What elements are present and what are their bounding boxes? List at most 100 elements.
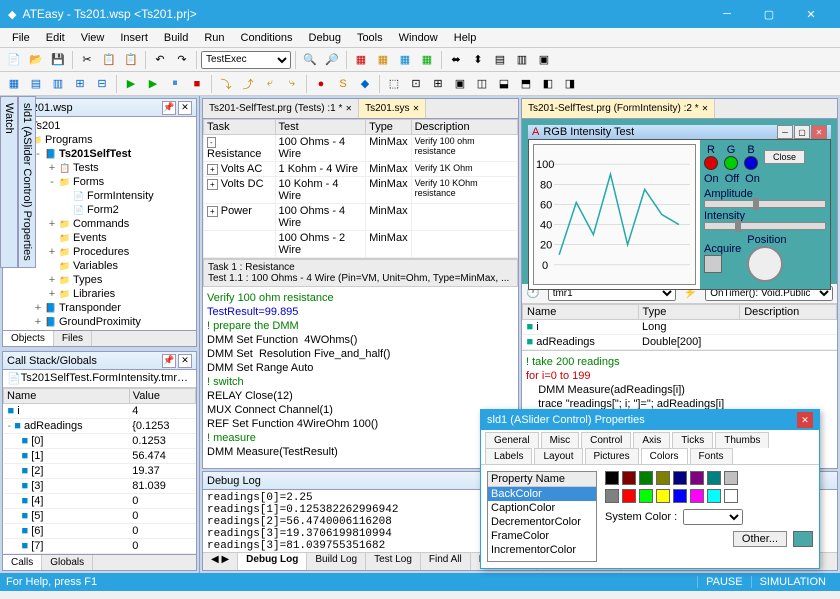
- system-color-combo[interactable]: [683, 509, 743, 525]
- led-r[interactable]: [704, 156, 718, 170]
- view2-icon[interactable]: ▤: [26, 74, 46, 94]
- variables-grid[interactable]: NameTypeDescription■ iLong■ adReadingsDo…: [522, 304, 837, 351]
- callstack-row[interactable]: ■ [0]0.1253: [4, 434, 196, 449]
- tool-f-icon[interactable]: ⬍: [468, 50, 488, 70]
- callstack-row[interactable]: ■ [4]0: [4, 494, 196, 509]
- dbg4-icon[interactable]: ▣: [450, 74, 470, 94]
- wsp-tab-label[interactable]: Ts201.wsp: [21, 102, 160, 114]
- prop-item[interactable]: DecrementorColor: [488, 515, 596, 529]
- color-swatch[interactable]: [724, 471, 738, 485]
- tab-objects[interactable]: Objects: [3, 331, 54, 346]
- props-pin[interactable]: sld1 (ASlider Control) Properties: [18, 96, 36, 268]
- open-icon[interactable]: 📂: [26, 50, 46, 70]
- color-swatch[interactable]: [707, 489, 721, 503]
- callstack-row[interactable]: ■ [6]0: [4, 524, 196, 539]
- menu-file[interactable]: File: [4, 30, 38, 46]
- pin-icon[interactable]: 📌: [162, 101, 176, 115]
- props-tab-general[interactable]: General: [485, 432, 539, 448]
- close-button[interactable]: ✕: [790, 0, 832, 28]
- doc-tab[interactable]: Ts201.sys✕: [359, 99, 426, 118]
- step1-icon[interactable]: ⤵: [216, 74, 236, 94]
- tool-c-icon[interactable]: ▦: [395, 50, 415, 70]
- doc-tab[interactable]: Ts201-SelfTest.prg (Tests) :1 *✕: [203, 99, 359, 118]
- callstack-row[interactable]: - ■ adReadings{0.1253: [4, 419, 196, 434]
- tool-e-icon[interactable]: ⬌: [446, 50, 466, 70]
- color-swatch[interactable]: [639, 489, 653, 503]
- run-icon[interactable]: ▶: [121, 74, 141, 94]
- form-max-icon[interactable]: ▢: [794, 125, 810, 139]
- doc-tab[interactable]: Ts201-SelfTest.prg (FormIntensity) :2 *✕: [522, 99, 715, 118]
- panel-close-icon[interactable]: ✕: [178, 101, 192, 115]
- menu-tools[interactable]: Tools: [349, 30, 391, 46]
- cs-close-icon[interactable]: ✕: [178, 354, 192, 368]
- copy-icon[interactable]: 📋: [99, 50, 119, 70]
- props-tab-labels[interactable]: Labels: [485, 448, 532, 464]
- props-titlebar[interactable]: sld1 (ASlider Control) Properties ✕: [481, 410, 819, 430]
- view5-icon[interactable]: ⊟: [92, 74, 112, 94]
- color-swatch[interactable]: [605, 471, 619, 485]
- menu-build[interactable]: Build: [156, 30, 196, 46]
- color-swatch[interactable]: [673, 471, 687, 485]
- props-tab-layout[interactable]: Layout: [534, 448, 582, 464]
- tool-g-icon[interactable]: ▤: [490, 50, 510, 70]
- color-swatch[interactable]: [690, 471, 704, 485]
- cs-pin-icon[interactable]: 📌: [162, 354, 176, 368]
- props-tab-pictures[interactable]: Pictures: [585, 448, 639, 464]
- testexec-combo[interactable]: TestExec: [201, 51, 291, 69]
- props-tab-ticks[interactable]: Ticks: [672, 432, 713, 448]
- color-swatch[interactable]: [673, 489, 687, 503]
- menu-window[interactable]: Window: [391, 30, 446, 46]
- intensity-slider[interactable]: [704, 222, 826, 230]
- dbg3-icon[interactable]: ⊞: [428, 74, 448, 94]
- debug-tab-build-log[interactable]: Build Log: [307, 553, 366, 570]
- watch-pin[interactable]: Watch: [0, 96, 18, 268]
- test-row[interactable]: - Resistance100 Ohms - 4 WireMinMaxVerif…: [204, 135, 518, 162]
- cut-icon[interactable]: ✂: [77, 50, 97, 70]
- debug-tab-debug-log[interactable]: Debug Log: [238, 553, 307, 570]
- dbg1-icon[interactable]: ⬚: [384, 74, 404, 94]
- color-swatch[interactable]: [622, 489, 636, 503]
- props-tab-colors[interactable]: Colors: [641, 448, 688, 464]
- props-close-icon[interactable]: ✕: [797, 412, 813, 428]
- stop-icon[interactable]: ■: [187, 74, 207, 94]
- new-icon[interactable]: 📄: [4, 50, 24, 70]
- search-icon[interactable]: 🔍: [300, 50, 320, 70]
- props-tab-misc[interactable]: Misc: [541, 432, 580, 448]
- props-tab-fonts[interactable]: Fonts: [690, 448, 733, 464]
- color-swatch[interactable]: [707, 471, 721, 485]
- tool-a-icon[interactable]: ▦: [351, 50, 371, 70]
- step2-icon[interactable]: ⤴: [238, 74, 258, 94]
- minimize-button[interactable]: ─: [706, 0, 748, 28]
- form-close-button[interactable]: Close: [764, 150, 805, 164]
- tool-b-icon[interactable]: ▦: [373, 50, 393, 70]
- callstack-row[interactable]: ■ i4: [4, 404, 196, 419]
- callstack-row[interactable]: ■ [3]81.039: [4, 479, 196, 494]
- step4-icon[interactable]: ⤷: [282, 74, 302, 94]
- view4-icon[interactable]: ⊞: [70, 74, 90, 94]
- color-swatch[interactable]: [724, 489, 738, 503]
- color-swatch[interactable]: [639, 471, 653, 485]
- callstack-grid[interactable]: NameValue ■ i4- ■ adReadings{0.1253 ■ [0…: [3, 388, 196, 554]
- dbg5-icon[interactable]: ◫: [472, 74, 492, 94]
- dbg7-icon[interactable]: ⬒: [516, 74, 536, 94]
- prop-item[interactable]: CaptionColor: [488, 501, 596, 515]
- tool-d-icon[interactable]: ▦: [417, 50, 437, 70]
- view1-icon[interactable]: ▦: [4, 74, 24, 94]
- run2-icon[interactable]: ▶: [143, 74, 163, 94]
- props-tab-axis[interactable]: Axis: [633, 432, 670, 448]
- step3-icon[interactable]: ⤶: [260, 74, 280, 94]
- tree-node[interactable]: +📁Types: [5, 273, 194, 287]
- view3-icon[interactable]: ▥: [48, 74, 68, 94]
- tree-node[interactable]: +📘GroundProximity: [5, 315, 194, 329]
- color-swatch[interactable]: [690, 489, 704, 503]
- dbg2-icon[interactable]: ⊡: [406, 74, 426, 94]
- undo-icon[interactable]: ↶: [150, 50, 170, 70]
- tree-node[interactable]: +📘Transponder: [5, 301, 194, 315]
- callstack-row[interactable]: ■ [7]0: [4, 539, 196, 554]
- debug-tab-find-all[interactable]: Find All: [421, 553, 471, 570]
- callstack-row[interactable]: ■ [2]19.37: [4, 464, 196, 479]
- tool-i-icon[interactable]: ▣: [534, 50, 554, 70]
- form-min-icon[interactable]: ─: [777, 125, 793, 139]
- paste-icon[interactable]: 📋: [121, 50, 141, 70]
- color-swatch[interactable]: [656, 471, 670, 485]
